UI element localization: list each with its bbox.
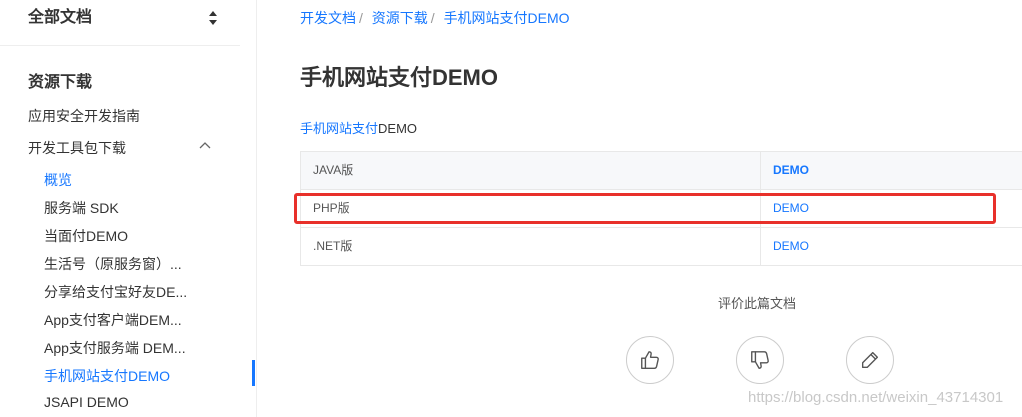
rate-label: 评价此篇文档: [718, 296, 797, 311]
divider: [0, 45, 240, 46]
sidebar: 全部文档 资源下载 应用安全开发指南 开发工具包下载 概览 服务端 SDK 当面…: [0, 0, 257, 417]
sidebar-item-face-pay-demo[interactable]: 当面付DEMO: [44, 226, 194, 246]
subtitle-link[interactable]: 手机网站支付: [300, 121, 378, 136]
version-cell: .NET版: [313, 239, 353, 253]
subtitle: 手机网站支付DEMO: [300, 118, 417, 137]
sidebar-item-app-server-demo[interactable]: App支付服务端 DEM...: [44, 338, 194, 358]
demo-link[interactable]: DEMO: [773, 228, 809, 265]
sidebar-item-life-account[interactable]: 生活号（原服务窗）...: [44, 254, 194, 274]
active-indicator: [252, 360, 255, 386]
doc-selector[interactable]: 全部文档: [28, 6, 218, 30]
breadcrumb-item-resources[interactable]: 资源下载: [372, 10, 428, 26]
column-divider: [760, 152, 761, 189]
breadcrumb-separator: /: [359, 10, 363, 26]
breadcrumb: 开发文档 / 资源下载 / 手机网站支付DEMO: [300, 8, 570, 28]
highlight-box: [294, 193, 996, 224]
sidebar-item-wap-pay-demo[interactable]: 手机网站支付DEMO: [44, 366, 194, 386]
doc-selector-label: 全部文档: [28, 9, 93, 26]
table-row: JAVA版 DEMO: [301, 152, 1022, 190]
column-divider: [760, 228, 761, 265]
watermark: https://blog.csdn.net/weixin_43714301: [748, 389, 1004, 406]
breadcrumb-item-dev-docs[interactable]: 开发文档: [300, 10, 356, 26]
sidebar-item-share-friend-demo[interactable]: 分享给支付宝好友DE...: [44, 282, 194, 302]
sidebar-item-overview[interactable]: 概览: [44, 170, 194, 190]
thumbs-up-button[interactable]: [626, 336, 674, 384]
thumbs-up-icon: [641, 351, 659, 369]
version-cell: JAVA版: [313, 163, 354, 177]
section-title: 资源下载: [28, 74, 93, 91]
thumbs-down-button[interactable]: [736, 336, 784, 384]
thumbs-down-icon: [751, 351, 769, 369]
sidebar-item-app-client-demo[interactable]: App支付客户端DEM...: [44, 310, 194, 330]
sidebar-item-sdk-download[interactable]: 开发工具包下载: [28, 138, 126, 158]
pencil-icon: [861, 351, 879, 369]
breadcrumb-item-current[interactable]: 手机网站支付DEMO: [444, 10, 570, 26]
sidebar-item-server-sdk[interactable]: 服务端 SDK: [44, 198, 194, 218]
subtitle-text: DEMO: [378, 121, 418, 136]
demo-link[interactable]: DEMO: [773, 152, 809, 189]
chevron-up-icon[interactable]: [199, 141, 211, 149]
sidebar-item-security-guide[interactable]: 应用安全开发指南: [28, 106, 140, 126]
sort-arrows-icon: [209, 11, 217, 25]
breadcrumb-separator: /: [430, 10, 435, 26]
page-title: 手机网站支付DEMO: [300, 65, 499, 90]
sidebar-item-jsapi-demo[interactable]: JSAPI DEMO: [44, 394, 194, 410]
edit-button[interactable]: [846, 336, 894, 384]
table-row: .NET版 DEMO: [301, 228, 1022, 266]
